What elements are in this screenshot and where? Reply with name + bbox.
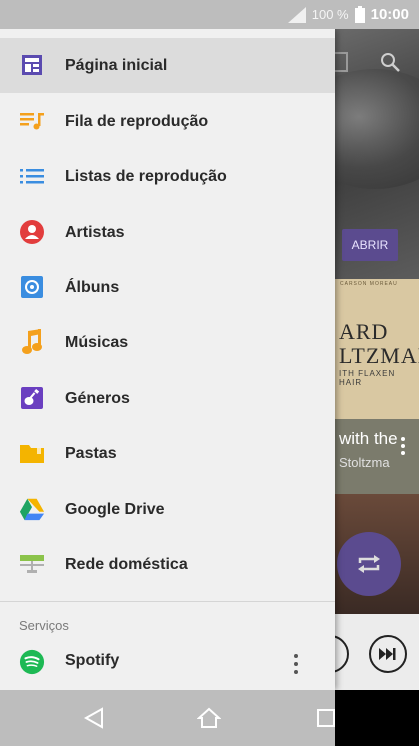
google-drive-icon [19,496,45,522]
vinyl-artwork [335,69,419,189]
now-playing-bar[interactable]: with the Stoltzma [335,419,419,494]
drawer-item-label: Google Drive [65,500,165,518]
drawer-item-label: Spotify [65,652,120,669]
drawer-item-label: Listas de reprodução [65,167,227,185]
more-vert-icon[interactable] [290,653,302,675]
drawer-item-label: Álbuns [65,278,120,296]
album-title-line-2: LTZMAN [339,343,419,368]
drawer-top-spacer [0,29,335,38]
recents-square-icon [317,709,335,727]
navigation-drawer: Página inicial Fila de reprodução Listas… [0,29,335,690]
album-subtitle: ITH FLAXEN HAIR [339,369,396,387]
folder-icon [19,440,45,466]
signal-icon [287,6,306,23]
clock: 10:00 [370,6,409,23]
drawer-item-spotify[interactable]: Spotify [0,635,335,690]
services-section-label: Serviços [19,618,69,633]
home-network-icon [19,551,45,577]
battery-percent: 100 % [311,7,349,22]
navbar-scrim [0,690,335,746]
song-title: with the [339,429,398,448]
home-outline-icon [197,707,221,728]
back-button[interactable] [80,704,108,732]
drawer-item-artists[interactable]: Artistas [0,205,335,260]
drawer-item-folders[interactable]: Pastas [0,426,335,481]
drawer-item-label: Músicas [65,333,129,351]
drawer-item-home-network[interactable]: Rede doméstica [0,537,335,592]
album-icon [19,274,45,300]
playlist-icon [19,163,45,189]
open-button[interactable]: ABRIR [342,229,398,261]
drawer-item-genres[interactable]: Géneros [0,371,335,426]
system-navigation-bar [0,690,419,746]
drawer-item-home[interactable]: Página inicial [0,38,335,93]
drawer-item-songs[interactable]: Músicas [0,315,335,370]
spotify-icon [19,649,45,675]
drawer-item-google-drive[interactable]: Google Drive [0,482,335,537]
drawer-divider [0,601,335,602]
skip-next-icon [379,648,396,660]
background-toolbar [335,47,419,77]
album-title-line-1: ARD [339,319,389,344]
guitar-icon [19,385,45,411]
drawer-item-label: Géneros [65,389,130,407]
drawer-item-albums[interactable]: Álbuns [0,260,335,315]
recents-button[interactable] [312,704,340,732]
search-icon[interactable] [379,51,401,73]
shuffle-button[interactable] [337,532,401,596]
drawer-item-label: Página inicial [65,56,168,74]
drawer-item-label: Pastas [65,444,117,462]
queue-icon [19,108,45,134]
status-bar: 100 % 10:00 [0,0,419,29]
home-button[interactable] [195,704,223,732]
back-triangle-icon [83,707,103,729]
more-options-icon[interactable] [401,437,405,455]
drawer-item-queue[interactable]: Fila de reprodução [0,94,335,149]
background-app: ABRIR CARSON MOREAU ARD LTZMAN ITH FLAXE… [335,29,419,690]
player-controls [335,614,419,690]
album-artist-small: CARSON MOREAU [340,281,398,287]
home-icon [19,52,45,78]
drawer-item-playlists[interactable]: Listas de reprodução [0,149,335,204]
play-button[interactable] [335,635,349,673]
music-note-icon [19,329,45,355]
background-artwork: ABRIR [335,29,419,279]
repeat-icon [358,555,380,573]
drawer-item-label: Fila de reprodução [65,112,209,130]
song-artist: Stoltzma [339,455,390,470]
next-button[interactable] [369,635,407,673]
drawer-item-label: Artistas [65,223,125,241]
square-icon [335,52,348,72]
artist-icon [19,219,45,245]
album-cover: CARSON MOREAU ARD LTZMAN ITH FLAXEN HAIR [335,279,419,419]
battery-icon [354,6,365,23]
drawer-item-label: Rede doméstica [65,555,188,573]
